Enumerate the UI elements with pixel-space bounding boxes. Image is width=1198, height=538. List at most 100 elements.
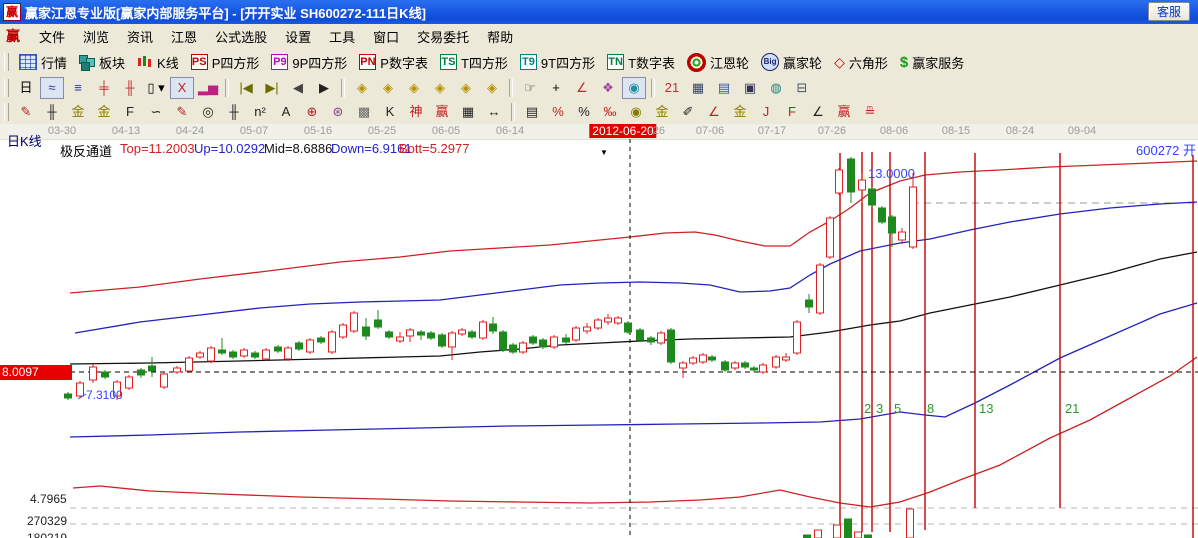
span-measure-icon[interactable]: ↔	[482, 101, 506, 123]
menu-item-0[interactable]: 文件	[30, 28, 74, 47]
volume-bar	[845, 519, 852, 538]
winner-tool-icon[interactable]: 赢	[430, 101, 454, 123]
menu-item-3[interactable]: 江恩	[162, 28, 206, 47]
quote-grid-button[interactable]: 行情	[14, 51, 72, 74]
print-icon[interactable]: ⊟	[790, 77, 814, 99]
menu-item-1[interactable]: 浏览	[74, 28, 118, 47]
candle-body	[459, 330, 466, 334]
permille-icon[interactable]: ‰	[598, 101, 622, 123]
app-window: 赢 赢家江恩专业版[赢家内部服务平台] - [开开实业 SH600272-111…	[0, 0, 1198, 538]
candle-body	[783, 357, 790, 360]
winner-angle-icon[interactable]: 赢	[832, 101, 856, 123]
angle-a-icon[interactable]: A	[274, 101, 298, 123]
kx-icon[interactable]: X	[170, 77, 194, 99]
diamond-hmove-icon[interactable]: ◈	[402, 77, 426, 99]
j-line-icon[interactable]: J	[754, 101, 778, 123]
menu-item-5[interactable]: 设置	[276, 28, 320, 47]
web-export-icon[interactable]: ◍	[764, 77, 788, 99]
gann-circle-icon[interactable]: ⊕	[300, 101, 324, 123]
bar3-icon[interactable]: ╪	[92, 77, 116, 99]
speed-line-icon[interactable]: ∠	[806, 101, 830, 123]
p9-tool-button[interactable]: P99P四方形	[266, 51, 352, 74]
cycle-clock-icon[interactable]: ◎	[196, 101, 220, 123]
diamond-vmove-icon[interactable]: ◈	[480, 77, 504, 99]
menu-item-4[interactable]: 公式选股	[206, 28, 276, 47]
time-grid-icon[interactable]: ╫	[222, 101, 246, 123]
ts-tool-button[interactable]: TST四方形	[435, 51, 513, 74]
diamond-right-icon[interactable]: ◈	[376, 77, 400, 99]
info-doc-icon[interactable]: ≡	[66, 77, 90, 99]
menu-item-8[interactable]: 交易委托	[408, 28, 478, 47]
t9-tool-button[interactable]: T99T四方形	[515, 51, 600, 74]
gold-split-icon[interactable]: 金	[66, 101, 90, 123]
spiral-icon[interactable]: ∽	[144, 101, 168, 123]
winner-wheel-button[interactable]: Big赢家轮	[756, 51, 827, 74]
menu-item-2[interactable]: 资讯	[118, 28, 162, 47]
gold-circle-icon[interactable]: ◉	[624, 101, 648, 123]
magic-tool-icon[interactable]: 神	[404, 101, 428, 123]
trend-scroll-icon[interactable]: ≈	[40, 77, 64, 99]
brain-tool-icon[interactable]: ◉	[622, 77, 646, 99]
tn-tool-button[interactable]: TNT数字表	[602, 51, 680, 74]
dollar-button[interactable]: $赢家服务	[895, 51, 969, 74]
hand-tool-icon[interactable]: ☞	[518, 77, 542, 99]
tn-icon: TN	[607, 54, 624, 70]
star-cycle-icon[interactable]: ⊛	[326, 101, 350, 123]
trend-angle-icon[interactable]: ∠	[702, 101, 726, 123]
pn-tool-button[interactable]: PNP数字表	[354, 51, 433, 74]
ps-tool-button[interactable]: PSP四方形	[186, 51, 265, 74]
angle-tool-icon[interactable]: ∠	[570, 77, 594, 99]
period-selector[interactable]: 日 ▾	[14, 77, 38, 99]
percent-red-icon[interactable]: %	[546, 101, 570, 123]
crosshair-icon[interactable]: +	[544, 77, 568, 99]
calendar-icon[interactable]: 21	[660, 77, 684, 99]
f-angle-icon[interactable]: F	[780, 101, 804, 123]
prev-icon[interactable]: ◀	[286, 77, 310, 99]
blocks-button[interactable]: 板块	[74, 51, 130, 74]
customer-service-button[interactable]: 客服	[1148, 2, 1190, 21]
bar9-icon[interactable]: ╫	[118, 77, 142, 99]
menu-item-9[interactable]: 帮助	[478, 28, 522, 47]
candle-style-selector[interactable]: ▯ ▾	[144, 77, 168, 99]
hexagon-button[interactable]: ◇六角形	[829, 51, 893, 74]
ruler-123-icon[interactable]: ▦	[456, 101, 480, 123]
grid-lines-icon[interactable]: ╫	[40, 101, 64, 123]
diamond-plus-icon[interactable]: ◈	[454, 77, 478, 99]
calculator-icon[interactable]: ▦	[686, 77, 710, 99]
next-icon[interactable]: ▶	[312, 77, 336, 99]
diamond-cross-icon[interactable]: ◈	[428, 77, 452, 99]
candle-body	[296, 343, 303, 349]
quad-line-icon[interactable]: ≞	[858, 101, 882, 123]
mark-pen-icon[interactable]: ✎	[170, 101, 194, 123]
gold-angle-icon[interactable]: 金	[728, 101, 752, 123]
menu-item-6[interactable]: 工具	[320, 28, 364, 47]
candle-body	[161, 374, 168, 387]
percent-icon[interactable]: %	[572, 101, 596, 123]
notepad-icon[interactable]: ▤	[712, 77, 736, 99]
fibonacci-icon[interactable]: F	[118, 101, 142, 123]
gold-ratio-icon[interactable]: 金	[92, 101, 116, 123]
kline-button[interactable]: K线	[132, 51, 184, 74]
brush-icon[interactable]: ✐	[676, 101, 700, 123]
menu-item-7[interactable]: 窗口	[364, 28, 408, 47]
candle-body	[351, 313, 358, 331]
gold-line-icon[interactable]: 金	[650, 101, 674, 123]
stats-panel-icon[interactable]: ▤	[520, 101, 544, 123]
k-measure-icon[interactable]: K	[378, 101, 402, 123]
diamond-left-icon[interactable]: ◈	[350, 77, 374, 99]
candle-body	[760, 365, 767, 372]
current-price-tag: 8.0097	[0, 365, 72, 380]
save-icon[interactable]: ▣	[738, 77, 762, 99]
gann-wheel-button[interactable]: 江恩轮	[682, 51, 754, 74]
last-icon[interactable]: ▶|	[260, 77, 284, 99]
square-n-icon[interactable]: n²	[248, 101, 272, 123]
chart-area[interactable]: 03-3004-1304-2405-0705-1605-2506-0506-14…	[0, 124, 1198, 538]
draw-pen-icon[interactable]: ✎	[14, 101, 38, 123]
gann-grid-icon[interactable]: ▩	[352, 101, 376, 123]
first-icon[interactable]: |◀	[234, 77, 258, 99]
candle-body	[174, 368, 181, 372]
candle-body	[126, 377, 133, 388]
histogram-icon[interactable]: ▂▅	[196, 77, 220, 99]
flower-tool-icon[interactable]: ❖	[596, 77, 620, 99]
kline-plot[interactable]	[0, 124, 1198, 538]
